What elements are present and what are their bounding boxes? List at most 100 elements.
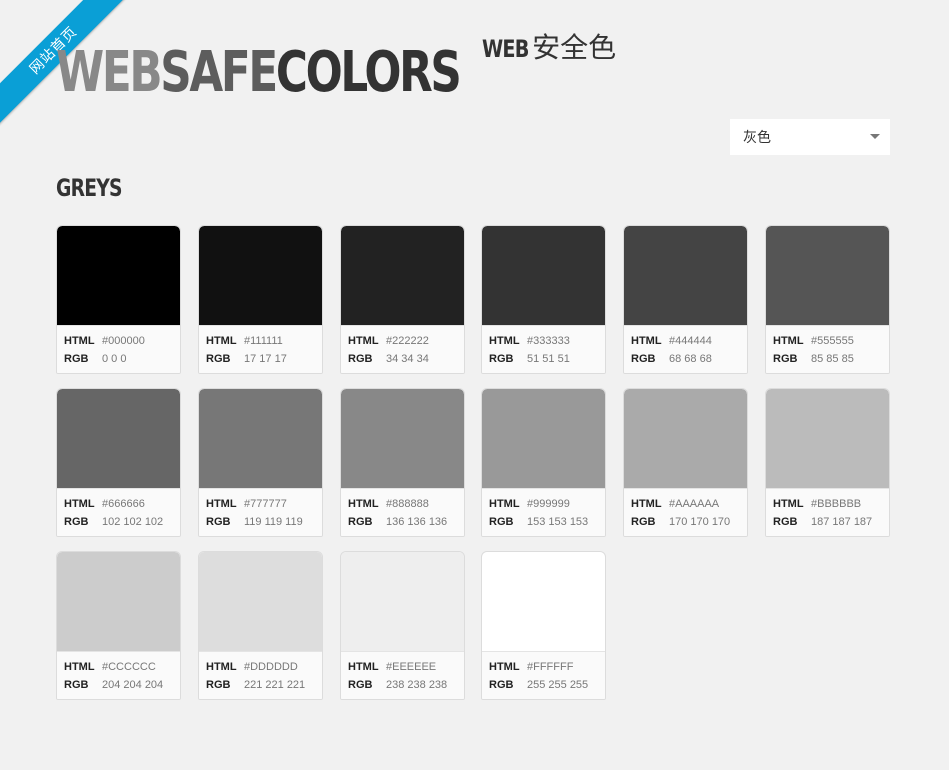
color-card[interactable]: HTML #888888 RGB 136 136 136 <box>340 388 465 537</box>
html-row: HTML #DDDDDD <box>206 660 298 674</box>
html-label: HTML <box>348 661 379 673</box>
logo-part-colors: COLORS <box>275 40 462 105</box>
color-card[interactable]: HTML #FFFFFF RGB 255 255 255 <box>481 551 606 700</box>
html-label: HTML <box>489 498 520 510</box>
color-card[interactable]: HTML #CCCCCC RGB 204 204 204 <box>56 551 181 700</box>
color-swatch <box>341 389 464 488</box>
color-card[interactable]: HTML #EEEEEE RGB 238 238 238 <box>340 551 465 700</box>
color-card[interactable]: HTML #777777 RGB 119 119 119 <box>198 388 323 537</box>
hex-value: #333333 <box>527 335 570 347</box>
html-row: HTML #FFFFFF <box>489 660 573 674</box>
color-card[interactable]: HTML #444444 RGB 68 68 68 <box>623 225 748 374</box>
hex-value: #888888 <box>386 498 429 510</box>
color-card[interactable]: HTML #222222 RGB 34 34 34 <box>340 225 465 374</box>
color-info: HTML #111111 RGB 17 17 17 <box>199 325 322 373</box>
hex-value: #FFFFFF <box>527 661 574 673</box>
hex-value: #444444 <box>669 335 712 347</box>
html-label: HTML <box>631 335 662 347</box>
rgb-label: RGB <box>773 516 798 528</box>
color-card[interactable]: HTML #000000 RGB 0 0 0 <box>56 225 181 374</box>
html-row: HTML #BBBBBB <box>773 497 861 511</box>
color-info: HTML #777777 RGB 119 119 119 <box>199 488 322 536</box>
color-card[interactable]: HTML #333333 RGB 51 51 51 <box>481 225 606 374</box>
html-label: HTML <box>64 661 95 673</box>
color-group-select[interactable]: 灰色 <box>730 119 890 155</box>
rgb-label: RGB <box>489 516 514 528</box>
color-card[interactable]: HTML #666666 RGB 102 102 102 <box>56 388 181 537</box>
hex-value: #555555 <box>811 335 854 347</box>
html-label: HTML <box>64 335 95 347</box>
color-info: HTML #666666 RGB 102 102 102 <box>57 488 180 536</box>
color-info: HTML #222222 RGB 34 34 34 <box>341 325 464 373</box>
chevron-down-icon <box>870 134 880 139</box>
color-card[interactable]: HTML #555555 RGB 85 85 85 <box>765 225 890 374</box>
rgb-label: RGB <box>348 353 373 365</box>
rgb-value: 119 119 119 <box>244 516 303 528</box>
rgb-label: RGB <box>206 516 231 528</box>
rgb-row: RGB 255 255 255 <box>489 678 588 692</box>
html-row: HTML #000000 <box>64 334 145 348</box>
hex-value: #222222 <box>386 335 429 347</box>
html-label: HTML <box>773 335 804 347</box>
rgb-label: RGB <box>348 679 373 691</box>
color-card[interactable]: HTML #DDDDDD RGB 221 221 221 <box>198 551 323 700</box>
color-card[interactable]: HTML #111111 RGB 17 17 17 <box>198 225 323 374</box>
site-logo[interactable]: WEBSAFECOLORS <box>56 40 462 106</box>
rgb-row: RGB 187 187 187 <box>773 515 872 529</box>
color-info: HTML #CCCCCC RGB 204 204 204 <box>57 651 180 699</box>
html-row: HTML #333333 <box>489 334 570 348</box>
rgb-label: RGB <box>489 679 514 691</box>
color-swatch <box>624 226 747 325</box>
html-row: HTML #EEEEEE <box>348 660 436 674</box>
rgb-value: 34 34 34 <box>386 353 429 365</box>
color-swatch <box>341 552 464 651</box>
color-card[interactable]: HTML #AAAAAA RGB 170 170 170 <box>623 388 748 537</box>
rgb-value: 85 85 85 <box>811 353 854 365</box>
rgb-value: 17 17 17 <box>244 353 287 365</box>
subtitle-web: WEB <box>482 35 529 63</box>
html-label: HTML <box>773 498 804 510</box>
rgb-label: RGB <box>773 353 798 365</box>
rgb-row: RGB 119 119 119 <box>206 515 303 529</box>
rgb-label: RGB <box>206 679 231 691</box>
rgb-row: RGB 238 238 238 <box>348 678 447 692</box>
rgb-value: 238 238 238 <box>386 679 448 691</box>
logo-part-web: WEB <box>56 40 163 105</box>
rgb-label: RGB <box>631 516 656 528</box>
html-label: HTML <box>206 335 237 347</box>
color-info: HTML #888888 RGB 136 136 136 <box>341 488 464 536</box>
color-info: HTML #BBBBBB RGB 187 187 187 <box>766 488 889 536</box>
html-label: HTML <box>64 498 95 510</box>
color-card[interactable]: HTML #BBBBBB RGB 187 187 187 <box>765 388 890 537</box>
html-row: HTML #666666 <box>64 497 145 511</box>
hex-value: #BBBBBB <box>811 498 862 510</box>
rgb-value: 153 153 153 <box>527 516 589 528</box>
color-swatch <box>624 389 747 488</box>
color-swatch <box>766 389 889 488</box>
section-title: GREYS <box>56 174 122 202</box>
color-info: HTML #EEEEEE RGB 238 238 238 <box>341 651 464 699</box>
color-card[interactable]: HTML #999999 RGB 153 153 153 <box>481 388 606 537</box>
rgb-row: RGB 221 221 221 <box>206 678 305 692</box>
color-info: HTML #444444 RGB 68 68 68 <box>624 325 747 373</box>
rgb-row: RGB 204 204 204 <box>64 678 163 692</box>
hex-value: #666666 <box>102 498 145 510</box>
color-info: HTML #DDDDDD RGB 221 221 221 <box>199 651 322 699</box>
rgb-value: 170 170 170 <box>669 516 731 528</box>
hex-value: #DDDDDD <box>244 661 298 673</box>
color-info: HTML #000000 RGB 0 0 0 <box>57 325 180 373</box>
rgb-label: RGB <box>64 353 89 365</box>
logo-part-safe: SAFE <box>160 40 278 105</box>
hex-value: #999999 <box>527 498 570 510</box>
rgb-label: RGB <box>64 516 89 528</box>
color-swatch <box>57 389 180 488</box>
rgb-label: RGB <box>631 353 656 365</box>
rgb-value: 68 68 68 <box>669 353 712 365</box>
html-row: HTML #555555 <box>773 334 854 348</box>
rgb-row: RGB 136 136 136 <box>348 515 447 529</box>
html-label: HTML <box>631 498 662 510</box>
html-label: HTML <box>206 498 237 510</box>
color-info: HTML #AAAAAA RGB 170 170 170 <box>624 488 747 536</box>
hex-value: #111111 <box>244 335 283 347</box>
color-swatch <box>482 226 605 325</box>
